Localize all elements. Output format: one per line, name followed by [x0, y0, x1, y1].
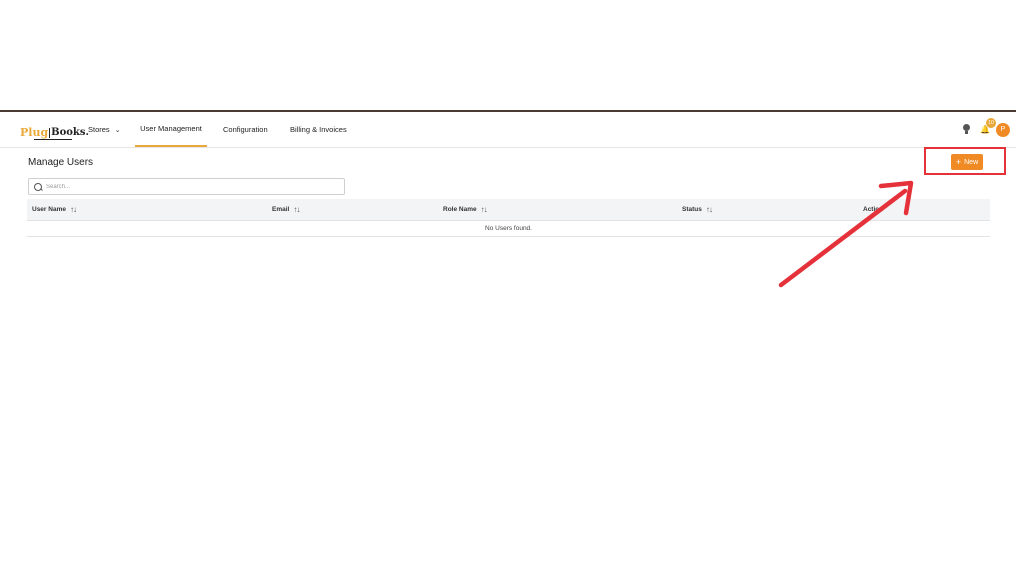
column-header-email[interactable]: Email ↑↓	[272, 199, 300, 220]
sort-icon[interactable]: ↑↓	[706, 205, 713, 214]
nav-user-management[interactable]: User Management	[135, 112, 207, 147]
column-header-user-name[interactable]: User Name ↑↓	[32, 199, 77, 220]
nav-billing-invoices-label: Billing & Invoices	[290, 125, 347, 134]
logo-part2: Books.	[49, 127, 89, 138]
plus-icon: +	[955, 156, 962, 167]
nav-configuration-label: Configuration	[223, 125, 268, 134]
sort-icon[interactable]: ↑↓	[70, 205, 77, 214]
lightbulb-icon[interactable]	[962, 123, 972, 136]
logo-underline	[34, 139, 72, 140]
notification-count-badge: 10	[986, 117, 996, 128]
empty-table-message: No Users found.	[27, 221, 990, 237]
search-icon	[34, 182, 42, 191]
search-box[interactable]	[28, 178, 345, 195]
column-header-label: User Name	[32, 206, 66, 213]
plugbooks-logo[interactable]: Plug Books.	[20, 124, 89, 138]
nav-user-management-label: User Management	[140, 124, 202, 133]
top-navbar: Plug Books. Stores ⌄ User Management Con…	[0, 112, 1016, 148]
column-header-role-name[interactable]: Role Name ↑↓	[443, 199, 488, 220]
users-table-header: User Name ↑↓ Email ↑↓ Role Name ↑↓ Statu…	[27, 199, 990, 221]
chevron-down-icon: ⌄	[114, 126, 121, 134]
sort-icon[interactable]: ↑↓	[293, 205, 300, 214]
column-header-label: Status	[682, 206, 702, 213]
page-title: Manage Users	[28, 157, 94, 168]
nav-stores[interactable]: Stores ⌄	[88, 112, 121, 147]
search-input[interactable]	[46, 183, 326, 190]
column-header-label: Role Name	[443, 206, 477, 213]
column-header-status[interactable]: Status ↑↓	[682, 199, 713, 220]
user-avatar[interactable]: P	[996, 122, 1010, 137]
sort-icon[interactable]: ↑↓	[481, 205, 488, 214]
nav-configuration[interactable]: Configuration	[223, 112, 268, 147]
app-window: Plug Books. Stores ⌄ User Management Con…	[0, 110, 1016, 576]
new-button-label: New	[964, 158, 979, 166]
column-header-label: Action	[863, 206, 884, 213]
logo-part1: Plug	[20, 126, 49, 139]
notifications-button[interactable]: 🔔 10	[980, 117, 996, 136]
header-icons: 🔔 10 P	[962, 112, 1010, 147]
nav-stores-label: Stores	[88, 125, 110, 134]
column-header-action: Action	[863, 199, 883, 220]
column-header-label: Email	[272, 206, 290, 213]
new-user-button[interactable]: + New	[951, 154, 983, 170]
nav-billing-invoices[interactable]: Billing & Invoices	[290, 112, 347, 147]
